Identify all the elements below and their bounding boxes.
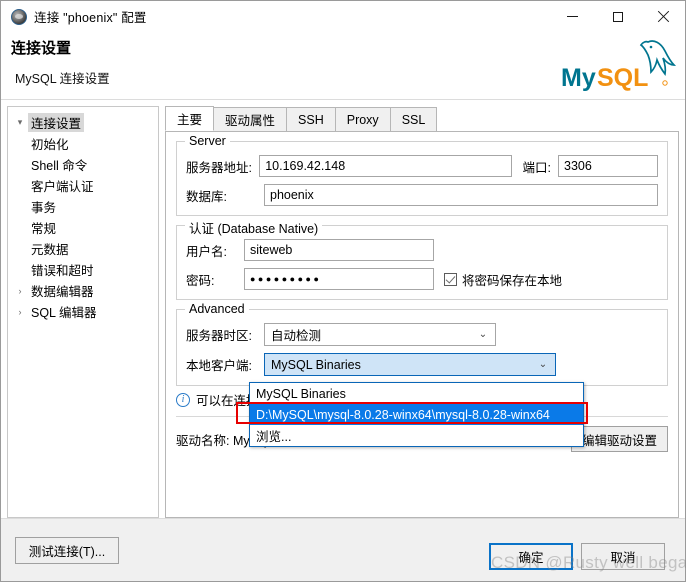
- svg-text:SQL: SQL: [597, 64, 648, 92]
- chevron-right-icon[interactable]: ›: [12, 286, 28, 296]
- sidebar-item-general[interactable]: 常规: [8, 217, 158, 238]
- edit-driver-settings-button[interactable]: 编辑驱动设置: [570, 426, 668, 452]
- sidebar-item-label: 事务: [31, 201, 57, 215]
- sidebar-item-shell-commands[interactable]: Shell 命令: [8, 154, 158, 175]
- tab-ssl[interactable]: SSL: [389, 107, 438, 131]
- test-connection-button[interactable]: 测试连接(T)...: [15, 537, 119, 564]
- sidebar-item-connection-settings[interactable]: ▾ 连接设置: [8, 112, 158, 133]
- sidebar-item-metadata[interactable]: 元数据: [8, 238, 158, 259]
- host-row: 服务器地址: 端口:: [186, 155, 658, 177]
- sidebar-item-errors-timeouts[interactable]: 错误和超时: [8, 259, 158, 280]
- chevron-right-icon[interactable]: ›: [12, 307, 28, 317]
- password-row: 密码: ●●●●●●●●● 将密码保存在本地: [186, 268, 658, 290]
- local-client-dropdown[interactable]: MySQL Binaries D:\MySQL\mysql-8.0.28-win…: [249, 382, 584, 447]
- sidebar-item-data-editor[interactable]: › 数据编辑器: [8, 280, 158, 301]
- window-controls: [550, 1, 685, 32]
- sidebar-item-label: 常规: [31, 222, 57, 236]
- timezone-combo[interactable]: 自动检测 ⌄: [264, 323, 496, 346]
- title-bar: 连接 "phoenix" 配置: [1, 1, 685, 32]
- cancel-button[interactable]: 取消: [581, 543, 665, 570]
- password-label: 密码:: [186, 273, 215, 288]
- sidebar-item-client-auth[interactable]: 客户端认证: [8, 175, 158, 196]
- username-label: 用户名:: [186, 244, 227, 259]
- tab-page-main: Server 服务器地址: 端口: 数据库: 认证 (Database Nati…: [165, 132, 679, 518]
- sidebar-item-label: 初始化: [31, 138, 69, 152]
- local-client-value: MySQL Binaries: [271, 357, 361, 372]
- port-label: 端口:: [522, 160, 551, 175]
- connection-settings-dialog: 连接 "phoenix" 配置 连接设置 MySQL 连接设置 My SQL ▾…: [0, 0, 686, 582]
- tab-driver-properties[interactable]: 驱动属性: [213, 107, 288, 131]
- minimize-button[interactable]: [550, 1, 595, 32]
- sidebar-item-label: 连接设置: [28, 113, 85, 132]
- timezone-row: 服务器时区: 自动检测 ⌄: [186, 323, 658, 346]
- sidebar-item-label: 元数据: [31, 243, 69, 257]
- dropdown-option-selected[interactable]: D:\MySQL\mysql-8.0.28-winx64\mysql-8.0.2…: [250, 404, 583, 425]
- checkbox-box[interactable]: [444, 272, 457, 286]
- sidebar-item-label: 数据编辑器: [31, 285, 94, 299]
- tab-bar: 主要 驱动属性 SSH Proxy SSL: [165, 106, 679, 132]
- maximize-button[interactable]: [595, 1, 640, 32]
- authentication-group-title: 认证 (Database Native): [185, 218, 323, 237]
- chevron-down-icon[interactable]: ▾: [12, 117, 28, 128]
- dialog-header: 连接设置 MySQL 连接设置 My SQL: [1, 32, 685, 100]
- server-group: Server 服务器地址: 端口: 数据库:: [176, 134, 668, 216]
- username-input[interactable]: [244, 239, 434, 261]
- close-button[interactable]: [640, 1, 685, 32]
- tab-main[interactable]: 主要: [165, 106, 215, 131]
- minimize-icon: [567, 16, 578, 17]
- advanced-group: Advanced 服务器时区: 自动检测 ⌄ 本地客户端: MySQL Bina…: [176, 302, 668, 386]
- settings-content: 主要 驱动属性 SSH Proxy SSL Server 服务器地址: 端口:: [165, 106, 679, 518]
- mysql-logo: My SQL: [561, 40, 677, 92]
- sidebar-item-transactions[interactable]: 事务: [8, 196, 158, 217]
- maximize-icon: [612, 11, 623, 22]
- local-client-combo[interactable]: MySQL Binaries ⌄: [264, 353, 556, 376]
- password-input[interactable]: ●●●●●●●●●: [244, 268, 434, 290]
- window-title: 连接 "phoenix" 配置: [34, 11, 147, 25]
- close-icon: [657, 11, 669, 23]
- chevron-down-icon[interactable]: ⌄: [535, 359, 551, 370]
- info-icon: i: [176, 392, 190, 407]
- sidebar-item-label: 客户端认证: [31, 180, 94, 194]
- host-input[interactable]: [259, 155, 512, 177]
- sidebar-item-label: Shell 命令: [31, 159, 88, 173]
- chevron-down-icon[interactable]: ⌄: [475, 329, 491, 340]
- svg-text:My: My: [561, 64, 596, 92]
- sidebar-item-label: SQL 编辑器: [31, 306, 97, 320]
- dbeaver-connection-icon: [11, 8, 27, 25]
- settings-tree[interactable]: ▾ 连接设置 初始化 Shell 命令 客户端认证 事务 常规 元数据 错误和超…: [7, 106, 159, 518]
- tab-proxy[interactable]: Proxy: [334, 107, 391, 131]
- page-subtitle: MySQL 连接设置: [15, 72, 110, 86]
- ok-button[interactable]: 确定: [489, 543, 573, 570]
- sidebar-item-initialization[interactable]: 初始化: [8, 133, 158, 154]
- advanced-group-title: Advanced: [185, 302, 249, 316]
- tab-ssh[interactable]: SSH: [286, 107, 336, 131]
- save-password-checkbox[interactable]: 将密码保存在本地: [444, 270, 562, 289]
- dropdown-option[interactable]: MySQL Binaries: [250, 383, 583, 404]
- sidebar-item-sql-editor[interactable]: › SQL 编辑器: [8, 301, 158, 322]
- host-label: 服务器地址:: [186, 160, 252, 175]
- database-row: 数据库:: [186, 184, 658, 206]
- timezone-label: 服务器时区:: [186, 329, 252, 343]
- page-title: 连接设置: [11, 40, 72, 57]
- dropdown-option-browse[interactable]: 浏览...: [250, 425, 583, 446]
- port-input[interactable]: [558, 155, 658, 177]
- local-client-label: 本地客户端:: [186, 359, 252, 373]
- sidebar-item-label: 错误和超时: [31, 264, 94, 278]
- dialog-body: ▾ 连接设置 初始化 Shell 命令 客户端认证 事务 常规 元数据 错误和超…: [1, 100, 685, 518]
- username-row: 用户名:: [186, 239, 658, 261]
- local-client-row: 本地客户端: MySQL Binaries ⌄: [186, 353, 658, 376]
- save-password-label: 将密码保存在本地: [462, 273, 563, 288]
- authentication-group: 认证 (Database Native) 用户名: 密码: ●●●●●●●●● …: [176, 218, 668, 300]
- database-input[interactable]: [264, 184, 658, 206]
- database-label: 数据库:: [186, 189, 227, 204]
- server-group-title: Server: [185, 134, 230, 148]
- timezone-value: 自动检测: [271, 329, 322, 343]
